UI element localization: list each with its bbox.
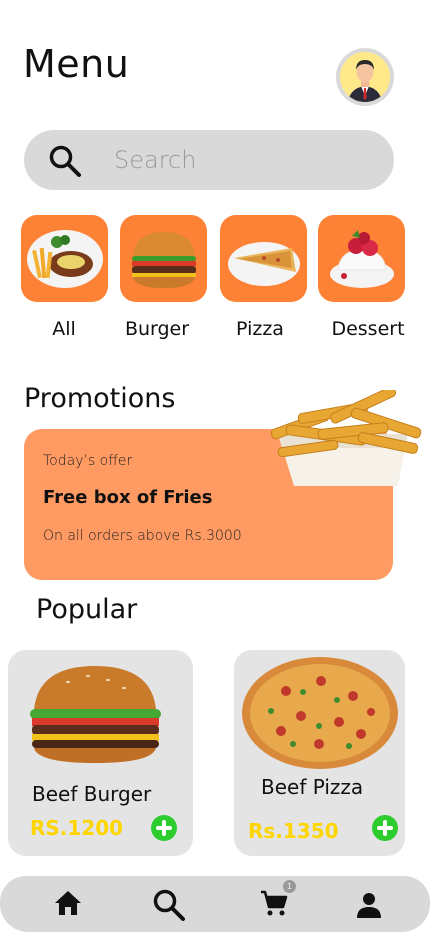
search-bar[interactable] <box>24 130 394 190</box>
category-all-label[interactable]: All <box>14 318 114 340</box>
cart-badge: 1 <box>283 880 296 893</box>
search-input[interactable] <box>114 130 374 190</box>
popular-item-card[interactable]: Beef Pizza Rs.1350 <box>234 650 405 856</box>
popular-title: Popular <box>36 594 138 625</box>
fries-image <box>270 390 422 486</box>
category-burger-button[interactable] <box>120 215 207 302</box>
search-icon <box>49 145 81 177</box>
promo-note: On all orders above Rs.3000 <box>43 528 242 544</box>
search-icon[interactable] <box>152 888 186 922</box>
category-burger-label[interactable]: Burger <box>107 318 207 340</box>
category-dessert-button[interactable] <box>318 215 405 302</box>
profile-icon[interactable] <box>354 890 384 920</box>
popular-item-name: Beef Burger <box>32 782 152 806</box>
popular-item-price: RS.1200 <box>30 816 124 840</box>
category-pizza-button[interactable] <box>220 215 307 302</box>
promotions-title: Promotions <box>24 383 176 414</box>
dessert-icon <box>329 229 394 288</box>
popular-item-card[interactable]: Beef Burger RS.1200 <box>8 650 193 856</box>
promo-headline: Free box of Fries <box>43 487 213 508</box>
home-icon[interactable] <box>53 888 83 918</box>
add-to-cart-button[interactable] <box>372 815 398 841</box>
beef-burger-image <box>30 666 161 763</box>
category-all-button[interactable] <box>21 215 108 302</box>
beef-pizza-image <box>242 657 398 769</box>
popular-item-name: Beef Pizza <box>261 775 364 799</box>
popular-item-price: Rs.1350 <box>248 819 339 843</box>
avatar[interactable] <box>336 48 394 106</box>
promo-subtitle: Today’s offer <box>43 453 133 469</box>
pizza-slice-icon <box>227 241 300 286</box>
category-dessert-label[interactable]: Dessert <box>318 318 418 340</box>
page-title: Menu <box>23 42 130 86</box>
burger-icon <box>131 231 196 288</box>
cart-icon[interactable] <box>259 888 289 918</box>
user-avatar-icon <box>340 52 390 102</box>
steak-plate-icon <box>26 229 103 288</box>
add-to-cart-button[interactable] <box>151 815 177 841</box>
bottom-nav <box>0 876 430 932</box>
category-pizza-label[interactable]: Pizza <box>210 318 310 340</box>
